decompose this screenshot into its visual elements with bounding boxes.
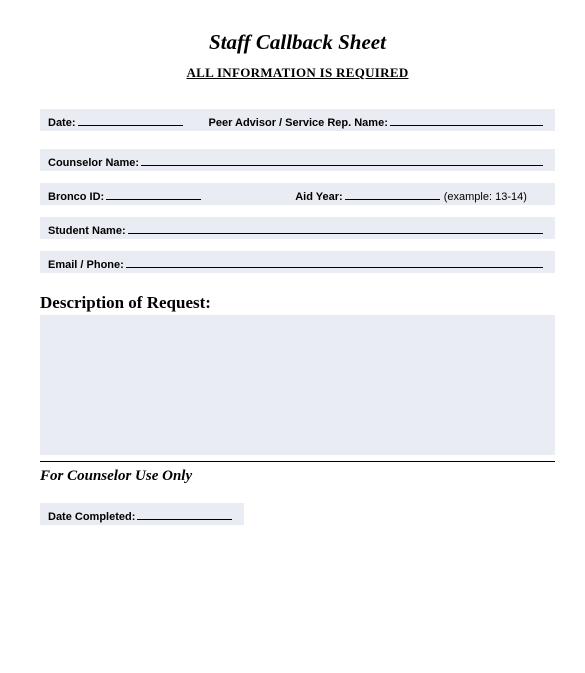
aid-year-example: (example: 13-14) <box>444 191 527 203</box>
input-date-completed[interactable] <box>137 509 232 520</box>
form-title: Staff Callback Sheet <box>40 30 555 55</box>
description-box[interactable] <box>40 315 555 455</box>
input-student-name[interactable] <box>128 223 543 234</box>
label-date: Date: <box>48 117 76 129</box>
divider-line <box>40 461 555 462</box>
input-date[interactable] <box>78 115 183 126</box>
row-counselor: Counselor Name: <box>40 149 555 171</box>
input-peer-advisor[interactable] <box>390 115 543 126</box>
row-bronco-aid: Bronco ID: Aid Year: (example: 13-14) <box>40 183 555 205</box>
form-subtitle: ALL INFORMATION IS REQUIRED <box>40 65 555 81</box>
row-date-peer: Date: Peer Advisor / Service Rep. Name: <box>40 109 555 131</box>
label-peer-advisor: Peer Advisor / Service Rep. Name: <box>209 117 388 129</box>
description-heading: Description of Request: <box>40 293 555 313</box>
row-student: Student Name: <box>40 217 555 239</box>
row-date-completed: Date Completed: <box>40 503 244 525</box>
row-email: Email / Phone: <box>40 251 555 273</box>
input-aid-year[interactable] <box>345 189 440 200</box>
input-email-phone[interactable] <box>126 257 543 268</box>
input-bronco-id[interactable] <box>106 189 201 200</box>
label-counselor-name: Counselor Name: <box>48 157 139 169</box>
label-aid-year: Aid Year: <box>295 191 343 203</box>
label-email-phone: Email / Phone: <box>48 259 124 271</box>
label-bronco-id: Bronco ID: <box>48 191 104 203</box>
label-date-completed: Date Completed: <box>48 511 135 523</box>
input-counselor-name[interactable] <box>141 155 543 166</box>
label-student-name: Student Name: <box>48 225 126 237</box>
counselor-section-heading: For Counselor Use Only <box>40 468 555 485</box>
